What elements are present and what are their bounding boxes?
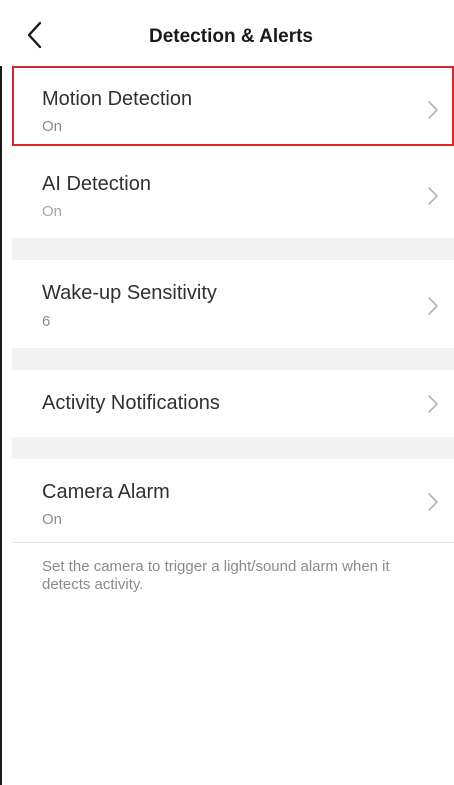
chevron-right-icon (428, 187, 438, 205)
setting-value: On (42, 118, 63, 135)
setting-row-motion-detection[interactable]: Motion Detection On (12, 66, 454, 146)
chevron-right-icon (428, 297, 438, 315)
setting-label: Motion Detection (42, 88, 193, 110)
section-divider (12, 437, 454, 459)
page-title: Detection & Alerts (149, 26, 313, 47)
setting-label: Activity Notifications (42, 392, 220, 414)
setting-value: On (42, 203, 63, 220)
section-divider (12, 348, 454, 370)
setting-row-camera-alarm[interactable]: Camera Alarm On (12, 459, 454, 543)
nav-header: Detection & Alerts (0, 0, 454, 66)
chevron-right-icon (428, 395, 438, 413)
camera-alarm-description: Set the camera to trigger a light/sound … (42, 558, 390, 593)
setting-label: AI Detection (42, 173, 151, 195)
screen-edge (0, 0, 2, 785)
section-divider (12, 238, 454, 260)
chevron-right-icon (428, 101, 438, 119)
chevron-right-icon (428, 493, 438, 511)
setting-label: Camera Alarm (42, 481, 170, 503)
setting-label: Wake-up Sensitivity (42, 282, 217, 304)
setting-row-ai-detection[interactable]: AI Detection On (12, 146, 454, 238)
setting-value: On (42, 511, 63, 528)
setting-value: 6 (42, 313, 51, 330)
setting-row-wakeup-sensitivity[interactable]: Wake-up Sensitivity 6 (12, 260, 454, 348)
setting-row-activity-notifications[interactable]: Activity Notifications (12, 370, 454, 437)
